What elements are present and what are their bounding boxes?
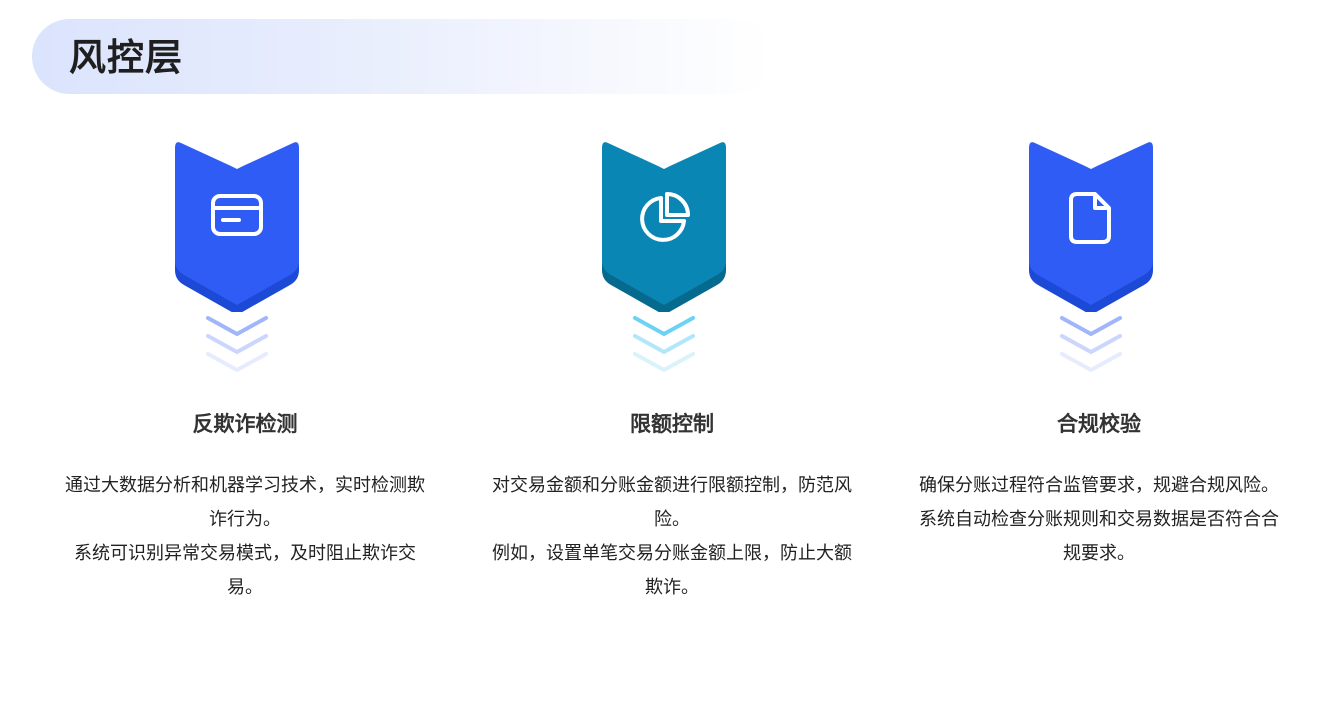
shield-badge xyxy=(1025,140,1157,312)
card-desc-line: 对交易金额和分账金额进行限额控制，防范风险。 xyxy=(492,475,852,530)
credit-card-icon xyxy=(209,192,265,242)
card-description: 确保分账过程符合监管要求，规避合规风险。 系统自动检查分账规则和交易数据是否符合… xyxy=(917,469,1281,571)
document-icon xyxy=(1067,190,1115,246)
pie-chart-icon xyxy=(636,190,692,246)
card-title: 反欺诈检测 xyxy=(192,412,298,436)
chevron-down-icon xyxy=(178,310,296,376)
card-desc-line: 通过大数据分析和机器学习技术，实时检测欺诈行为。 xyxy=(65,475,425,530)
chevron-down-icon xyxy=(605,310,723,376)
card-desc-line: 例如，设置单笔交易分账金额上限，防止大额欺诈。 xyxy=(492,543,852,598)
shield-badge xyxy=(598,140,730,312)
card-desc-line: 系统自动检查分账规则和交易数据是否符合合规要求。 xyxy=(919,509,1279,564)
shield-badge xyxy=(171,140,303,312)
card-title: 限额控制 xyxy=(630,412,714,436)
card-desc-line: 系统可识别异常交易模式，及时阻止欺诈交易。 xyxy=(74,543,416,598)
chevron-down-icon xyxy=(1032,310,1150,376)
card-desc-line: 确保分账过程符合监管要求，规避合规风险。 xyxy=(919,475,1279,496)
section-title: 风控层 xyxy=(69,36,183,79)
card-title: 合规校验 xyxy=(1057,412,1141,436)
card-description: 通过大数据分析和机器学习技术，实时检测欺诈行为。 系统可识别异常交易模式，及时阻… xyxy=(63,469,427,605)
card-description: 对交易金额和分账金额进行限额控制，防范风险。 例如，设置单笔交易分账金额上限，防… xyxy=(490,469,854,605)
